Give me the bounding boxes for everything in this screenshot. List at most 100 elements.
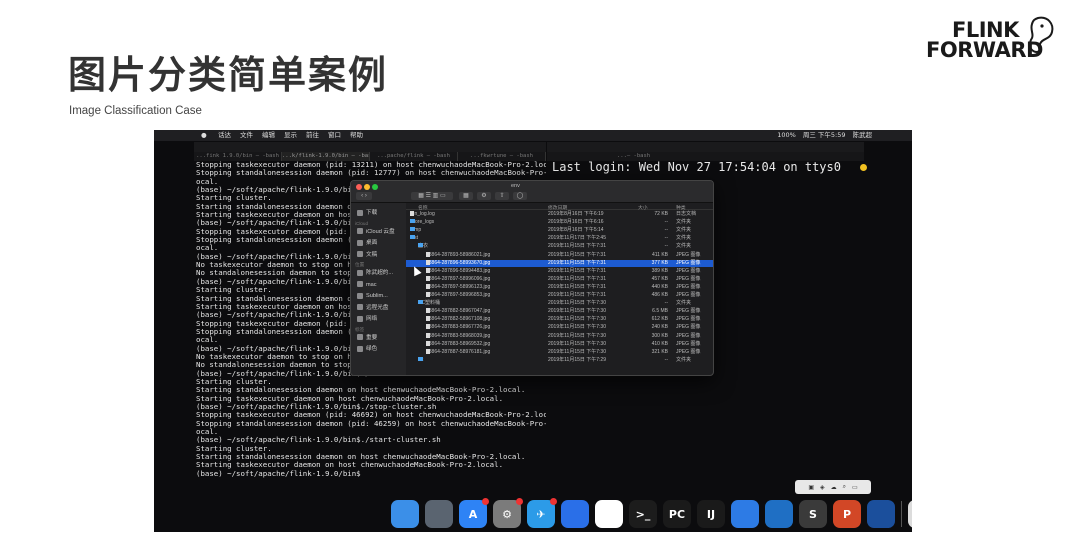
- file-row[interactable]: 68864-287897-58996096.jpg 2019年11月15日 下午7…: [406, 275, 713, 284]
- screen-recording-toolbar[interactable]: ▣ ◈ ☁ ⌕ ▭: [795, 480, 871, 494]
- notification-badge: [550, 498, 557, 505]
- search-icon[interactable]: ⌕: [843, 484, 846, 491]
- sidebar-item[interactable]: 绿色: [357, 345, 377, 353]
- file-size: 440 KB: [651, 283, 668, 290]
- app-store-icon[interactable]: A: [459, 498, 489, 528]
- terminal-tab[interactable]: ...fink 1.9.0/bin — -bash: [194, 152, 282, 161]
- file-row[interactable]: PC塑料桶 2019年11月15日 下午7:30 -- 文件夹: [406, 300, 713, 308]
- shield-icon[interactable]: [561, 500, 589, 528]
- chrome-icon[interactable]: [595, 500, 623, 528]
- launchpad-icon[interactable]: [425, 500, 453, 528]
- file-row[interactable]: 68864-287887-58976181.jpg 2019年11月15日 下午7…: [406, 348, 713, 357]
- menu-item[interactable]: 前往: [306, 130, 319, 141]
- group-button[interactable]: ▦: [459, 192, 473, 200]
- notification-badge: [516, 498, 523, 505]
- sidebar-item[interactable]: 远程光盘: [357, 304, 388, 312]
- file-row[interactable]: tvt 2019年11月15日 下午7:29 -- 文件夹: [406, 356, 713, 365]
- sidebar-item-label: 桌面: [366, 240, 378, 246]
- powerpoint-icon[interactable]: P: [833, 500, 861, 528]
- close-icon[interactable]: [356, 184, 362, 190]
- terminal-tab[interactable]: ...pache/flink — -bash: [370, 152, 458, 161]
- sidebar-section-header: 标签: [355, 326, 365, 332]
- sidebar-item-icon: [357, 292, 363, 299]
- sidebar-item[interactable]: 陈武超的...: [357, 269, 393, 277]
- column-name[interactable]: 名称: [418, 204, 428, 211]
- browser-icon[interactable]: [867, 500, 895, 528]
- file-size: 486 KB: [651, 292, 668, 298]
- menu-item[interactable]: 文件: [240, 130, 253, 141]
- display-icon[interactable]: ▭: [852, 484, 858, 491]
- intellij-icon[interactable]: IJ: [697, 500, 725, 528]
- file-row[interactable]: 68864-287897-58996123.jpg 2019年11月15日 下午7…: [406, 283, 713, 292]
- file-kind: 文件夹: [676, 300, 692, 307]
- terminal-icon[interactable]: >_: [629, 500, 657, 528]
- menu-item[interactable]: 窗口: [328, 130, 341, 141]
- view-mode-buttons[interactable]: ▦ ☰ ▥ ▭: [411, 192, 453, 200]
- column-date[interactable]: 修改日期: [548, 204, 567, 211]
- file-date: 2019年11月15日 下午7:30: [548, 332, 606, 339]
- file-row[interactable]: 68864-287896-58994483.jpg 2019年11月15日 下午7…: [406, 267, 713, 276]
- paper-plane-icon[interactable]: ✈: [527, 498, 557, 528]
- pycharm-icon[interactable]: PC: [663, 500, 691, 528]
- file-row[interactable]: 68864-287896-58993670.jpg 2019年11月15日 下午7…: [406, 259, 713, 268]
- sidebar-item[interactable]: Sublim...: [357, 292, 388, 300]
- file-row[interactable]: temp 2019年8月16日 下午5:14 -- 文件夹: [406, 227, 713, 235]
- minimize-icon[interactable]: [364, 184, 370, 190]
- file-row[interactable]: 68864-287883-58967726.jpg 2019年11月15日 下午7…: [406, 324, 713, 332]
- file-row[interactable]: 上衣 2019年11月15日 下午7:31 -- 文件夹: [406, 243, 713, 251]
- file-name-text: 68864-287897-58996096.jpg: [426, 275, 491, 282]
- column-size[interactable]: 大小: [638, 204, 648, 211]
- file-row[interactable]: score_logs 2019年8月16日 下午6:16 -- 文件夹: [406, 219, 713, 227]
- file-row[interactable]: run_log.log 2019年8月16日 下午6:19 72 KB 日志文档: [406, 211, 713, 219]
- system-preferences-icon[interactable]: ⚙: [493, 498, 523, 528]
- keynote-icon[interactable]: [731, 500, 759, 528]
- apple-icon[interactable]: ●: [201, 130, 207, 141]
- menu-item[interactable]: 帮助: [350, 130, 363, 141]
- vscode-icon[interactable]: [765, 500, 793, 528]
- zoom-icon[interactable]: [372, 184, 378, 190]
- finder-window[interactable]: env ‹ › ▦ ☰ ▥ ▭ ▦ ⚙ ⇧ ◯ 下载 iCloud iCloud 云…: [350, 180, 714, 376]
- file-icon: [426, 324, 430, 330]
- file-row[interactable]: 68864-287883-58968039.jpg 2019年11月15日 下午7…: [406, 332, 713, 341]
- sidebar-item[interactable]: mac: [357, 281, 377, 289]
- finder-icon[interactable]: [391, 500, 419, 528]
- gear-icon[interactable]: ⚙: [477, 192, 491, 200]
- cloud-icon[interactable]: ☁: [831, 484, 837, 491]
- terminal-tab[interactable]: ...k/flink-1.9.0/bin — -bash: [282, 152, 370, 161]
- sidebar-item[interactable]: 桌面: [357, 239, 377, 247]
- menu-item[interactable]: 显示: [284, 130, 297, 141]
- flink-forward-logo: FLINK FORWARD: [926, 16, 1056, 70]
- file-row[interactable]: 68864-287882-58967108.jpg 2019年11月15日 下午7…: [406, 316, 713, 324]
- status-item[interactable]: 100%: [777, 130, 796, 141]
- wifi-icon[interactable]: ◈: [820, 484, 825, 491]
- terminal-tab[interactable]: ...fkwrtune — -bash: [458, 152, 546, 161]
- terminal2-output[interactable]: Last login: Wed Nov 27 17:54:04 on ttys0: [552, 161, 872, 174]
- file-row[interactable]: 68864-287883-58969532.jpg 2019年11月15日 下午7…: [406, 340, 713, 349]
- back-forward-button[interactable]: ‹ ›: [356, 192, 372, 200]
- preview-icon[interactable]: [908, 500, 912, 528]
- tag-icon[interactable]: ◯: [513, 192, 527, 200]
- status-item[interactable]: 陈武超: [853, 130, 873, 141]
- file-date: 2019年8月16日 下午6:19: [548, 211, 604, 217]
- sidebar-item[interactable]: 网络: [357, 315, 377, 323]
- menu-item[interactable]: 话达: [218, 130, 231, 141]
- sublime-icon[interactable]: S: [799, 500, 827, 528]
- file-size: 6.5 MB: [652, 308, 668, 315]
- status-item[interactable]: 周三 下午5:59: [803, 130, 846, 141]
- menu-item[interactable]: 编辑: [262, 130, 275, 141]
- share-icon[interactable]: ⇧: [495, 192, 509, 200]
- file-icon: [426, 332, 430, 338]
- file-row[interactable]: 68864-287893-58986021.jpg 2019年11月15日 下午7…: [406, 251, 713, 260]
- sidebar-item[interactable]: 下载: [357, 209, 377, 217]
- sidebar-item[interactable]: 文稿: [357, 251, 377, 259]
- file-row[interactable]: test 2019年11月17日 下午2:45 -- 文件夹: [406, 235, 713, 243]
- file-row[interactable]: 68864-287897-58996853.jpg 2019年11月15日 下午7…: [406, 292, 713, 300]
- record-icon[interactable]: ▣: [808, 484, 814, 491]
- file-icon: [426, 308, 430, 314]
- sidebar-item[interactable]: 重要: [357, 334, 377, 342]
- file-date: 2019年11月15日 下午7:31: [548, 243, 606, 250]
- column-kind[interactable]: 种类: [676, 204, 686, 211]
- sidebar-item[interactable]: iCloud 云盘: [357, 228, 395, 236]
- folder-icon: [418, 300, 423, 305]
- file-row[interactable]: 68864-287882-58967047.jpg 2019年11月15日 下午7…: [406, 308, 713, 316]
